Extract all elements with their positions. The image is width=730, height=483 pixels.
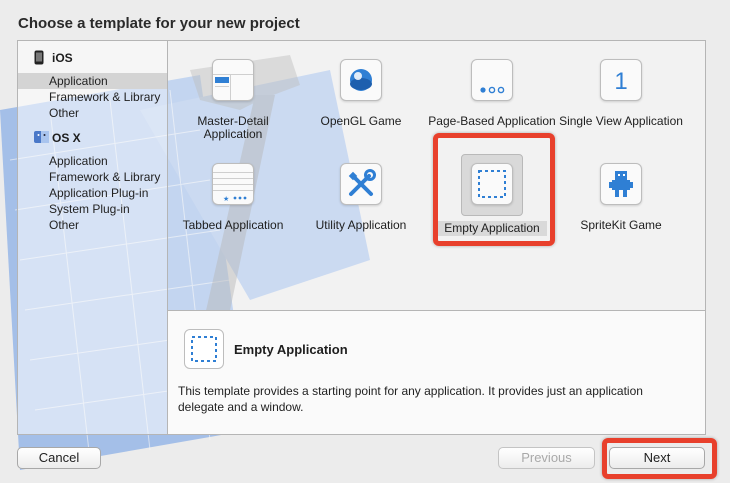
template-label: Single View Application: [559, 114, 683, 128]
template-tabbed[interactable]: ★ Tabbed Application: [168, 145, 298, 245]
template-spritekit-game[interactable]: SpriteKit Game: [556, 145, 686, 245]
template-master-detail[interactable]: Master-Detail Application: [168, 41, 298, 141]
svg-text:★: ★: [223, 195, 229, 203]
dialog-title: Choose a template for your new project: [18, 15, 300, 32]
single-view-icon: 1: [600, 59, 642, 101]
template-category-sidebar: iOS Application Framework & Library Othe…: [17, 40, 168, 435]
template-label: Tabbed Application: [182, 218, 284, 232]
sidebar-section-osx[interactable]: OS X: [18, 129, 167, 147]
utility-icon: [340, 163, 382, 205]
template-empty-application[interactable]: Empty Application: [427, 145, 557, 245]
page-based-icon: [471, 59, 513, 101]
template-label: Utility Application: [315, 218, 407, 232]
sidebar-section-ios[interactable]: iOS: [18, 49, 167, 67]
sidebar-item-ios-framework-library[interactable]: Framework & Library: [18, 89, 167, 105]
template-label: Empty Application: [437, 221, 547, 236]
template-label: SpriteKit Game: [580, 218, 662, 232]
single-view-glyph: 1: [614, 68, 627, 95]
sidebar-item-osx-application-plugin[interactable]: Application Plug-in: [18, 185, 167, 201]
template-grid: Master-Detail Application OpenGL Game Pa…: [168, 40, 706, 310]
sidebar-item-osx-system-plugin[interactable]: System Plug-in: [18, 201, 167, 217]
previous-button[interactable]: Previous: [498, 447, 595, 469]
opengl-icon: [340, 59, 382, 101]
template-label: Master-Detail Application: [197, 114, 269, 141]
template-page-based[interactable]: Page-Based Application: [427, 41, 557, 141]
spritekit-icon: [600, 163, 642, 205]
sidebar-item-osx-application[interactable]: Application: [18, 153, 167, 169]
sidebar-section-label: iOS: [52, 51, 73, 65]
template-utility[interactable]: Utility Application: [296, 145, 426, 245]
sidebar-item-ios-other[interactable]: Other: [18, 105, 167, 121]
cancel-button[interactable]: Cancel: [17, 447, 101, 469]
empty-app-icon: [184, 329, 224, 369]
iphone-icon: [34, 50, 44, 68]
finder-icon: [34, 130, 49, 147]
template-single-view[interactable]: 1 Single View Application: [556, 41, 686, 141]
empty-app-icon: [471, 163, 513, 205]
tabbed-icon: ★: [212, 163, 254, 205]
template-label: Page-Based Application: [428, 114, 556, 128]
next-button[interactable]: Next: [609, 447, 705, 469]
description-title: Empty Application: [234, 342, 348, 357]
sidebar-item-osx-framework-library[interactable]: Framework & Library: [18, 169, 167, 185]
template-description-panel: Empty Application This template provides…: [168, 310, 706, 435]
template-opengl-game[interactable]: OpenGL Game: [296, 41, 426, 141]
sidebar-item-ios-application[interactable]: Application: [18, 73, 167, 89]
template-label: OpenGL Game: [320, 114, 402, 128]
description-text: This template provides a starting point …: [178, 384, 643, 414]
sidebar-item-osx-other[interactable]: Other: [18, 217, 167, 233]
master-detail-icon: [212, 59, 254, 101]
sidebar-section-label: OS X: [52, 131, 81, 145]
